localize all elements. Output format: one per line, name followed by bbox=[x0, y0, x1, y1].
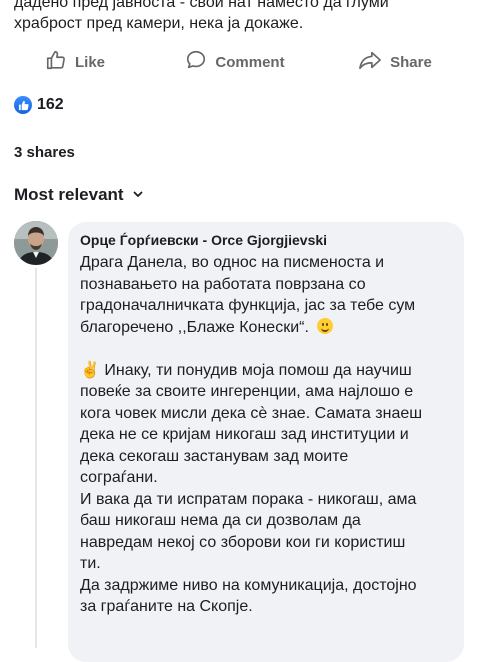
post-text-line: дадено пред јавноста - свои нат наместо … bbox=[14, 0, 389, 11]
share-label: Share bbox=[390, 53, 432, 71]
comment-line: сограѓани. bbox=[80, 469, 158, 486]
sort-label: Most relevant bbox=[14, 185, 124, 204]
comment-line: Да задржиме ниво на комуникација, достој… bbox=[80, 576, 417, 594]
comment-line: дека секогаш застанувам зад моите bbox=[80, 447, 349, 465]
comment-line: ✌️ Инаку, ти понудив моја помош да научи… bbox=[80, 361, 412, 379]
chevron-down-icon bbox=[124, 185, 144, 205]
comment-line: градоначалничката функција, јас за тебе … bbox=[80, 297, 416, 314]
shares-count[interactable]: 3 shares bbox=[14, 144, 75, 161]
avatar[interactable] bbox=[14, 221, 58, 265]
comment-line: Драга Данела, во однос на писменоста и bbox=[80, 254, 385, 271]
speech-bubble-icon bbox=[185, 49, 215, 75]
like-reaction-icon bbox=[14, 96, 32, 114]
comment-line: кога човек мисли дека сѐ знае. Самата зн… bbox=[80, 404, 423, 422]
comment-text: Драга Данела, во однос на писменоста и п… bbox=[80, 252, 460, 618]
like-button[interactable]: Like bbox=[0, 44, 150, 80]
share-button[interactable]: Share bbox=[320, 44, 470, 80]
comment-line-text: благоречено ,,Блаже Конески“. bbox=[80, 318, 309, 336]
post-text: дадено пред јавноста - свои нат наместо … bbox=[14, 0, 474, 34]
comment-line: благоречено ,,Блаже Конески“. bbox=[80, 317, 460, 339]
comment-line bbox=[80, 338, 460, 360]
comment-author[interactable]: Орце Ѓорѓиевски - Orce Gjorgjievski bbox=[80, 232, 327, 248]
post-action-bar: Like Comment Share bbox=[0, 44, 480, 80]
comment-line: ти. bbox=[80, 555, 101, 572]
smile-emoji-icon bbox=[317, 317, 334, 334]
comment-line: навредам некој со зборови кои ги користи… bbox=[80, 533, 406, 551]
comment-line: баш никогаш нема да си дозволам да bbox=[80, 512, 361, 529]
like-label: Like bbox=[74, 53, 105, 71]
thumbs-up-icon bbox=[45, 49, 75, 75]
reply-thread-line bbox=[35, 268, 37, 648]
comment-line: И вака да ти испратам порака - никогаш, … bbox=[80, 490, 417, 508]
reaction-count: 162 bbox=[37, 96, 64, 113]
share-arrow-icon bbox=[358, 49, 390, 75]
comment-line: за граѓаните на Скопје. bbox=[80, 598, 253, 615]
comment-line: дека не се криjам никогаш зад институции… bbox=[80, 426, 409, 443]
comment-line: повеќе за своите ингеренции, ама најлошо… bbox=[80, 383, 414, 400]
comment-sort-dropdown[interactable]: Most relevant bbox=[14, 185, 144, 205]
comment-label: Comment bbox=[215, 53, 285, 71]
reaction-summary[interactable]: 162 bbox=[14, 96, 64, 114]
post-text-line: храброст пред камери, нека ја докаже. bbox=[14, 15, 304, 32]
comment-line: познавањето на работата поврзана со bbox=[80, 275, 366, 293]
comment-button[interactable]: Comment bbox=[150, 44, 320, 80]
